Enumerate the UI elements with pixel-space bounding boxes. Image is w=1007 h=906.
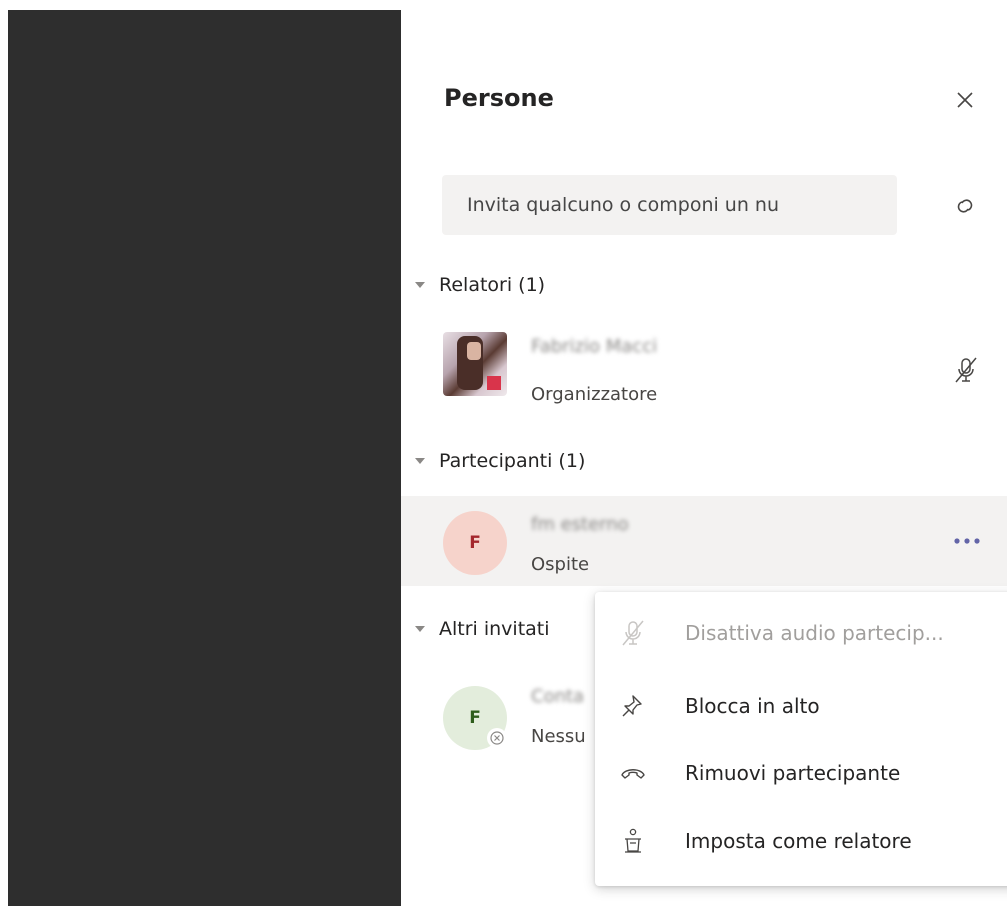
- chevron-down-icon: [415, 282, 425, 288]
- mic-muted-indicator: [951, 355, 981, 385]
- presenter-row[interactable]: Fabrizio Macci Organizzatore: [401, 322, 1007, 412]
- menu-item-label: Blocca in alto: [685, 694, 820, 718]
- link-icon: [957, 199, 973, 213]
- offline-status-icon: [490, 731, 504, 745]
- invite-search-placeholder: Invita qualcuno o componi un nu: [467, 194, 780, 216]
- participant-role: Nessu: [531, 726, 586, 747]
- window-edge: [0, 0, 8, 906]
- section-attendees[interactable]: Partecipanti (1): [415, 450, 585, 472]
- participant-name: fm esterno: [531, 514, 629, 535]
- invite-search-input[interactable]: Invita qualcuno o componi un nu: [442, 175, 897, 235]
- close-button[interactable]: [947, 82, 983, 118]
- participant-role: Ospite: [531, 554, 590, 575]
- menu-item-label: Disattiva audio partecip...: [685, 621, 944, 645]
- menu-item-pin[interactable]: Blocca in alto: [595, 673, 1007, 739]
- close-icon: [957, 92, 973, 108]
- section-others-label: Altri invitati: [439, 618, 550, 640]
- mic-off-icon: [955, 357, 977, 383]
- hang-up-icon: [618, 758, 648, 788]
- menu-item-label: Imposta come relatore: [685, 829, 912, 853]
- more-icon: [954, 538, 980, 544]
- section-other-invitees[interactable]: Altri invitati: [415, 618, 550, 640]
- copy-link-button[interactable]: [945, 186, 985, 226]
- menu-item-remove-participant[interactable]: Rimuovi partecipante: [595, 740, 1007, 806]
- avatar: [443, 332, 507, 396]
- attendee-row[interactable]: F fm esterno Ospite: [401, 496, 1007, 586]
- participant-role: Organizzatore: [531, 384, 658, 405]
- status-badge: [487, 728, 507, 748]
- chevron-down-icon: [415, 458, 425, 464]
- section-presenters[interactable]: Relatori (1): [415, 274, 545, 296]
- pin-icon: [618, 691, 648, 721]
- avatar: F: [443, 511, 507, 575]
- menu-item-label: Rimuovi partecipante: [685, 761, 901, 785]
- panel-title: Persone: [444, 84, 554, 112]
- meeting-stage: [8, 10, 401, 906]
- podium-icon: [618, 826, 648, 856]
- menu-item-make-presenter[interactable]: Imposta come relatore: [595, 808, 1007, 874]
- section-presenters-label: Relatori (1): [439, 274, 546, 296]
- participant-name: Conta: [531, 686, 585, 707]
- participant-name: Fabrizio Macci: [531, 336, 658, 357]
- more-options-button[interactable]: [947, 526, 987, 556]
- chevron-down-icon: [415, 626, 425, 632]
- participant-context-menu: Disattiva audio partecip... Blocca in al…: [595, 592, 1007, 886]
- mic-off-icon: [618, 618, 648, 648]
- section-attendees-label: Partecipanti (1): [439, 450, 586, 472]
- menu-item-mute-participant[interactable]: Disattiva audio partecip...: [595, 600, 1007, 666]
